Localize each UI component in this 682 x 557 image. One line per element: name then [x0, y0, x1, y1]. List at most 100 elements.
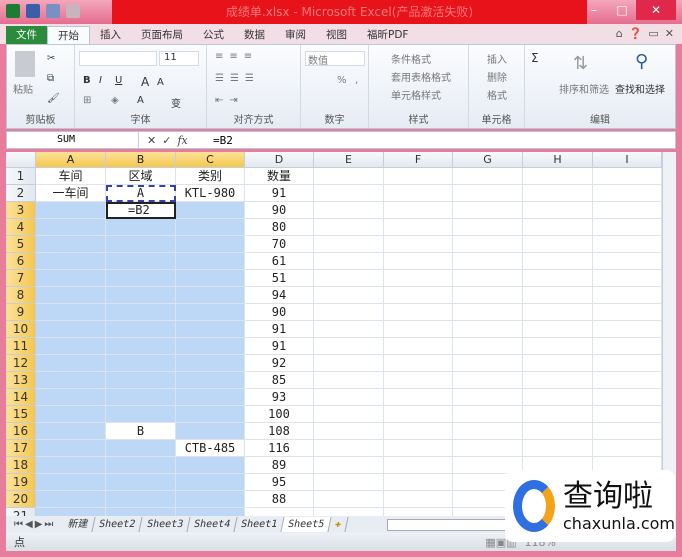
vertical-scrollbar[interactable] [662, 152, 676, 516]
cell-G1[interactable] [453, 168, 523, 185]
sheet-tab-Sheet3[interactable]: Sheet3 [139, 517, 191, 532]
cell-A12[interactable] [36, 355, 106, 372]
cell-H6[interactable] [523, 253, 593, 270]
cell-D5[interactable]: 70 [245, 236, 314, 253]
sheet-nav-arrows[interactable]: ⏮◀▶⏭ [6, 519, 63, 530]
redo-icon[interactable] [66, 4, 80, 18]
fill-color-icon[interactable]: ◈ [111, 95, 119, 106]
cell-D1[interactable]: 数量 [245, 168, 314, 185]
cell-A8[interactable] [36, 287, 106, 304]
cell-D17[interactable]: 116 [245, 440, 314, 457]
cell-C14[interactable] [176, 389, 245, 406]
tab-7[interactable]: 视图 [316, 26, 357, 44]
tab-8[interactable]: 福昕PDF [357, 26, 418, 44]
cell-F17[interactable] [384, 440, 453, 457]
cell-B6[interactable] [106, 253, 176, 270]
cell-C8[interactable] [176, 287, 245, 304]
row-header-18[interactable]: 18 [6, 457, 36, 474]
column-header-I[interactable]: I [593, 152, 662, 168]
cell-F18[interactable] [384, 457, 453, 474]
cell-H11[interactable] [523, 338, 593, 355]
row-header-6[interactable]: 6 [6, 253, 36, 270]
row-header-2[interactable]: 2 [6, 185, 36, 202]
cell-H12[interactable] [523, 355, 593, 372]
sheet-tab-Sheet2[interactable]: Sheet2 [92, 517, 144, 532]
cell-C12[interactable] [176, 355, 245, 372]
cell-E11[interactable] [314, 338, 384, 355]
cancel-icon[interactable]: ✕ [147, 134, 156, 147]
cell-A4[interactable] [36, 219, 106, 236]
cell-E15[interactable] [314, 406, 384, 423]
cell-C15[interactable] [176, 406, 245, 423]
tab-5[interactable]: 数据 [234, 26, 275, 44]
cell-H15[interactable] [523, 406, 593, 423]
cell-D3[interactable]: 90 [245, 202, 314, 219]
cell-B13[interactable] [106, 372, 176, 389]
row-header-10[interactable]: 10 [6, 321, 36, 338]
cell-I8[interactable] [593, 287, 662, 304]
number-format-select[interactable]: 数值 [305, 51, 365, 67]
cell-F12[interactable] [384, 355, 453, 372]
cell-B5[interactable] [106, 236, 176, 253]
italic-button[interactable]: I [99, 75, 102, 86]
row-header-11[interactable]: 11 [6, 338, 36, 355]
row-header-16[interactable]: 16 [6, 423, 36, 440]
minimize-button[interactable]: – [580, 0, 608, 20]
cell-A16[interactable] [36, 423, 106, 440]
column-header-H[interactable]: H [523, 152, 593, 168]
cell-D8[interactable]: 94 [245, 287, 314, 304]
cell-A11[interactable] [36, 338, 106, 355]
cell-F15[interactable] [384, 406, 453, 423]
cell-C5[interactable] [176, 236, 245, 253]
cell-G8[interactable] [453, 287, 523, 304]
cell-G16[interactable] [453, 423, 523, 440]
horizontal-align-icons[interactable]: ☰☰☰ [215, 73, 260, 84]
cell-G5[interactable] [453, 236, 523, 253]
tab-0[interactable]: 文件 [6, 26, 47, 44]
cell-G10[interactable] [453, 321, 523, 338]
cell-H4[interactable] [523, 219, 593, 236]
cell-E21[interactable] [314, 508, 384, 516]
tab-6[interactable]: 审阅 [275, 26, 316, 44]
delete-button[interactable]: 删除 [487, 69, 507, 84]
cell-H13[interactable] [523, 372, 593, 389]
cell-E3[interactable] [314, 202, 384, 219]
column-header-G[interactable]: G [453, 152, 523, 168]
cell-A5[interactable] [36, 236, 106, 253]
row-header-9[interactable]: 9 [6, 304, 36, 321]
cell-A14[interactable] [36, 389, 106, 406]
cell-B16[interactable]: B [106, 423, 176, 440]
format-painter-icon[interactable]: 🖌 [47, 93, 60, 104]
cell-F21[interactable] [384, 508, 453, 516]
bold-button[interactable]: B [83, 75, 91, 86]
tab-4[interactable]: 公式 [193, 26, 234, 44]
cell-F8[interactable] [384, 287, 453, 304]
cell-C17[interactable]: CTB-485 [176, 440, 245, 457]
enter-icon[interactable]: ✓ [162, 134, 171, 147]
cell-I9[interactable] [593, 304, 662, 321]
sheet-tab-新建[interactable]: 新建 [61, 517, 96, 532]
cell-D13[interactable]: 85 [245, 372, 314, 389]
underline-button[interactable]: U [115, 75, 122, 86]
cell-C7[interactable] [176, 270, 245, 287]
cell-A13[interactable] [36, 372, 106, 389]
paste-icon[interactable] [15, 51, 35, 77]
conditional-format-button[interactable]: 条件格式 [391, 51, 431, 66]
cell-E14[interactable] [314, 389, 384, 406]
cell-H14[interactable] [523, 389, 593, 406]
cell-C1[interactable]: 类别 [176, 168, 245, 185]
column-header-A[interactable]: A [36, 152, 106, 168]
sheet-tab-Sheet5[interactable]: Sheet5 [281, 517, 332, 532]
cell-C4[interactable] [176, 219, 245, 236]
cell-H9[interactable] [523, 304, 593, 321]
cell-E1[interactable] [314, 168, 384, 185]
phonetic-button[interactable]: 变 [171, 95, 181, 110]
cell-B2[interactable]: A [106, 185, 176, 202]
horizontal-scrollbar[interactable] [387, 518, 508, 531]
cell-D4[interactable]: 80 [245, 219, 314, 236]
cell-D11[interactable]: 91 [245, 338, 314, 355]
cell-I17[interactable] [593, 440, 662, 457]
cell-C9[interactable] [176, 304, 245, 321]
row-header-20[interactable]: 20 [6, 491, 36, 508]
cell-B17[interactable] [106, 440, 176, 457]
